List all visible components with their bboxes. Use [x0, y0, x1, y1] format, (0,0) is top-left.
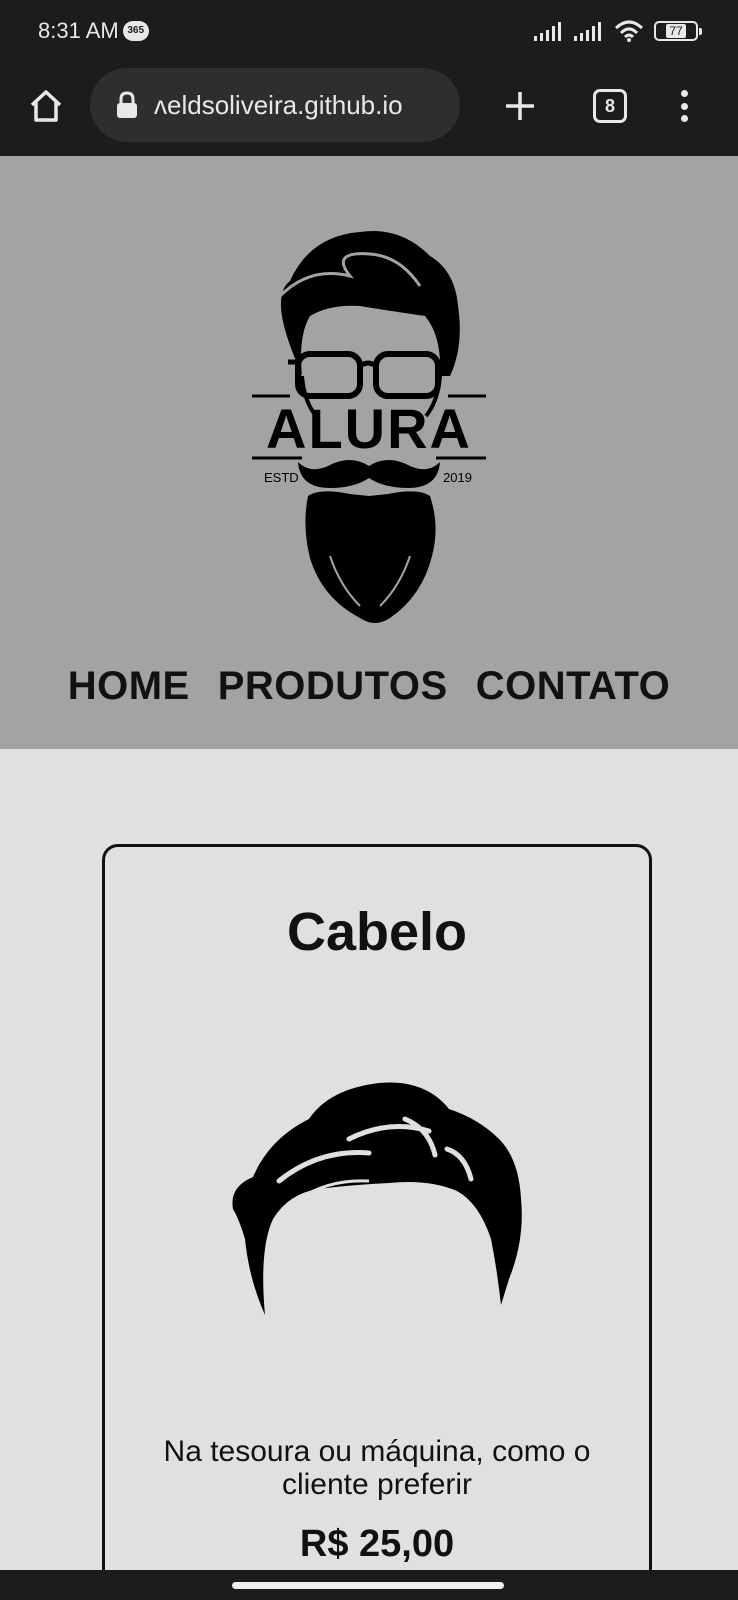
lock-icon [117, 91, 137, 118]
system-nav-bar [0, 1570, 738, 1600]
more-vert-icon[interactable] [672, 86, 696, 126]
home-indicator[interactable] [232, 1582, 504, 1589]
battery-icon: 77 [654, 21, 702, 41]
tabs-button[interactable]: 8 [593, 89, 627, 123]
plus-icon[interactable] [500, 86, 540, 126]
clock-label: 8:31 AM [38, 18, 119, 43]
card-title: Cabelo [286, 902, 468, 962]
address-bar[interactable]: ʌeldsoliveira.github.io [90, 68, 460, 142]
main-nav: HOME PRODUTOS CONTATO [0, 664, 738, 709]
wifi-icon [614, 20, 644, 42]
signal-icon [534, 22, 561, 41]
product-card: Cabelo Na tesoura ou máquina, como o cli… [102, 844, 652, 1600]
nav-home[interactable]: HOME [68, 664, 190, 709]
browser-toolbar: ʌeldsoliveira.github.io 8 [0, 64, 738, 156]
signal-icon-2 [574, 22, 601, 41]
logo-estd: ESTD [264, 470, 299, 485]
home-icon[interactable] [26, 86, 66, 126]
status-icons: 77 [534, 20, 702, 42]
alura-barber-logo: ALURA ESTD 2019 [252, 231, 486, 623]
card-description: Na tesoura ou máquina, como o cliente pr… [163, 1435, 591, 1501]
nav-produtos[interactable]: PRODUTOS [218, 664, 448, 709]
battery-level: 77 [666, 24, 686, 38]
card-price: R$ 25,00 [299, 1523, 455, 1565]
hair-icon [232, 1082, 522, 1315]
logo-text: ALURA [266, 397, 472, 460]
office-365-icon: 365 [122, 21, 149, 41]
status-time: 8:31 AM 365 [38, 18, 149, 44]
status-bar: 8:31 AM 365 77 [0, 0, 738, 64]
nav-contato[interactable]: CONTATO [476, 664, 671, 709]
site-header: ALURA ESTD 2019 HOME PRODUTOS CONTATO [0, 156, 738, 749]
url-text: ʌeldsoliveira.github.io [154, 89, 403, 120]
logo-year: 2019 [443, 470, 472, 485]
